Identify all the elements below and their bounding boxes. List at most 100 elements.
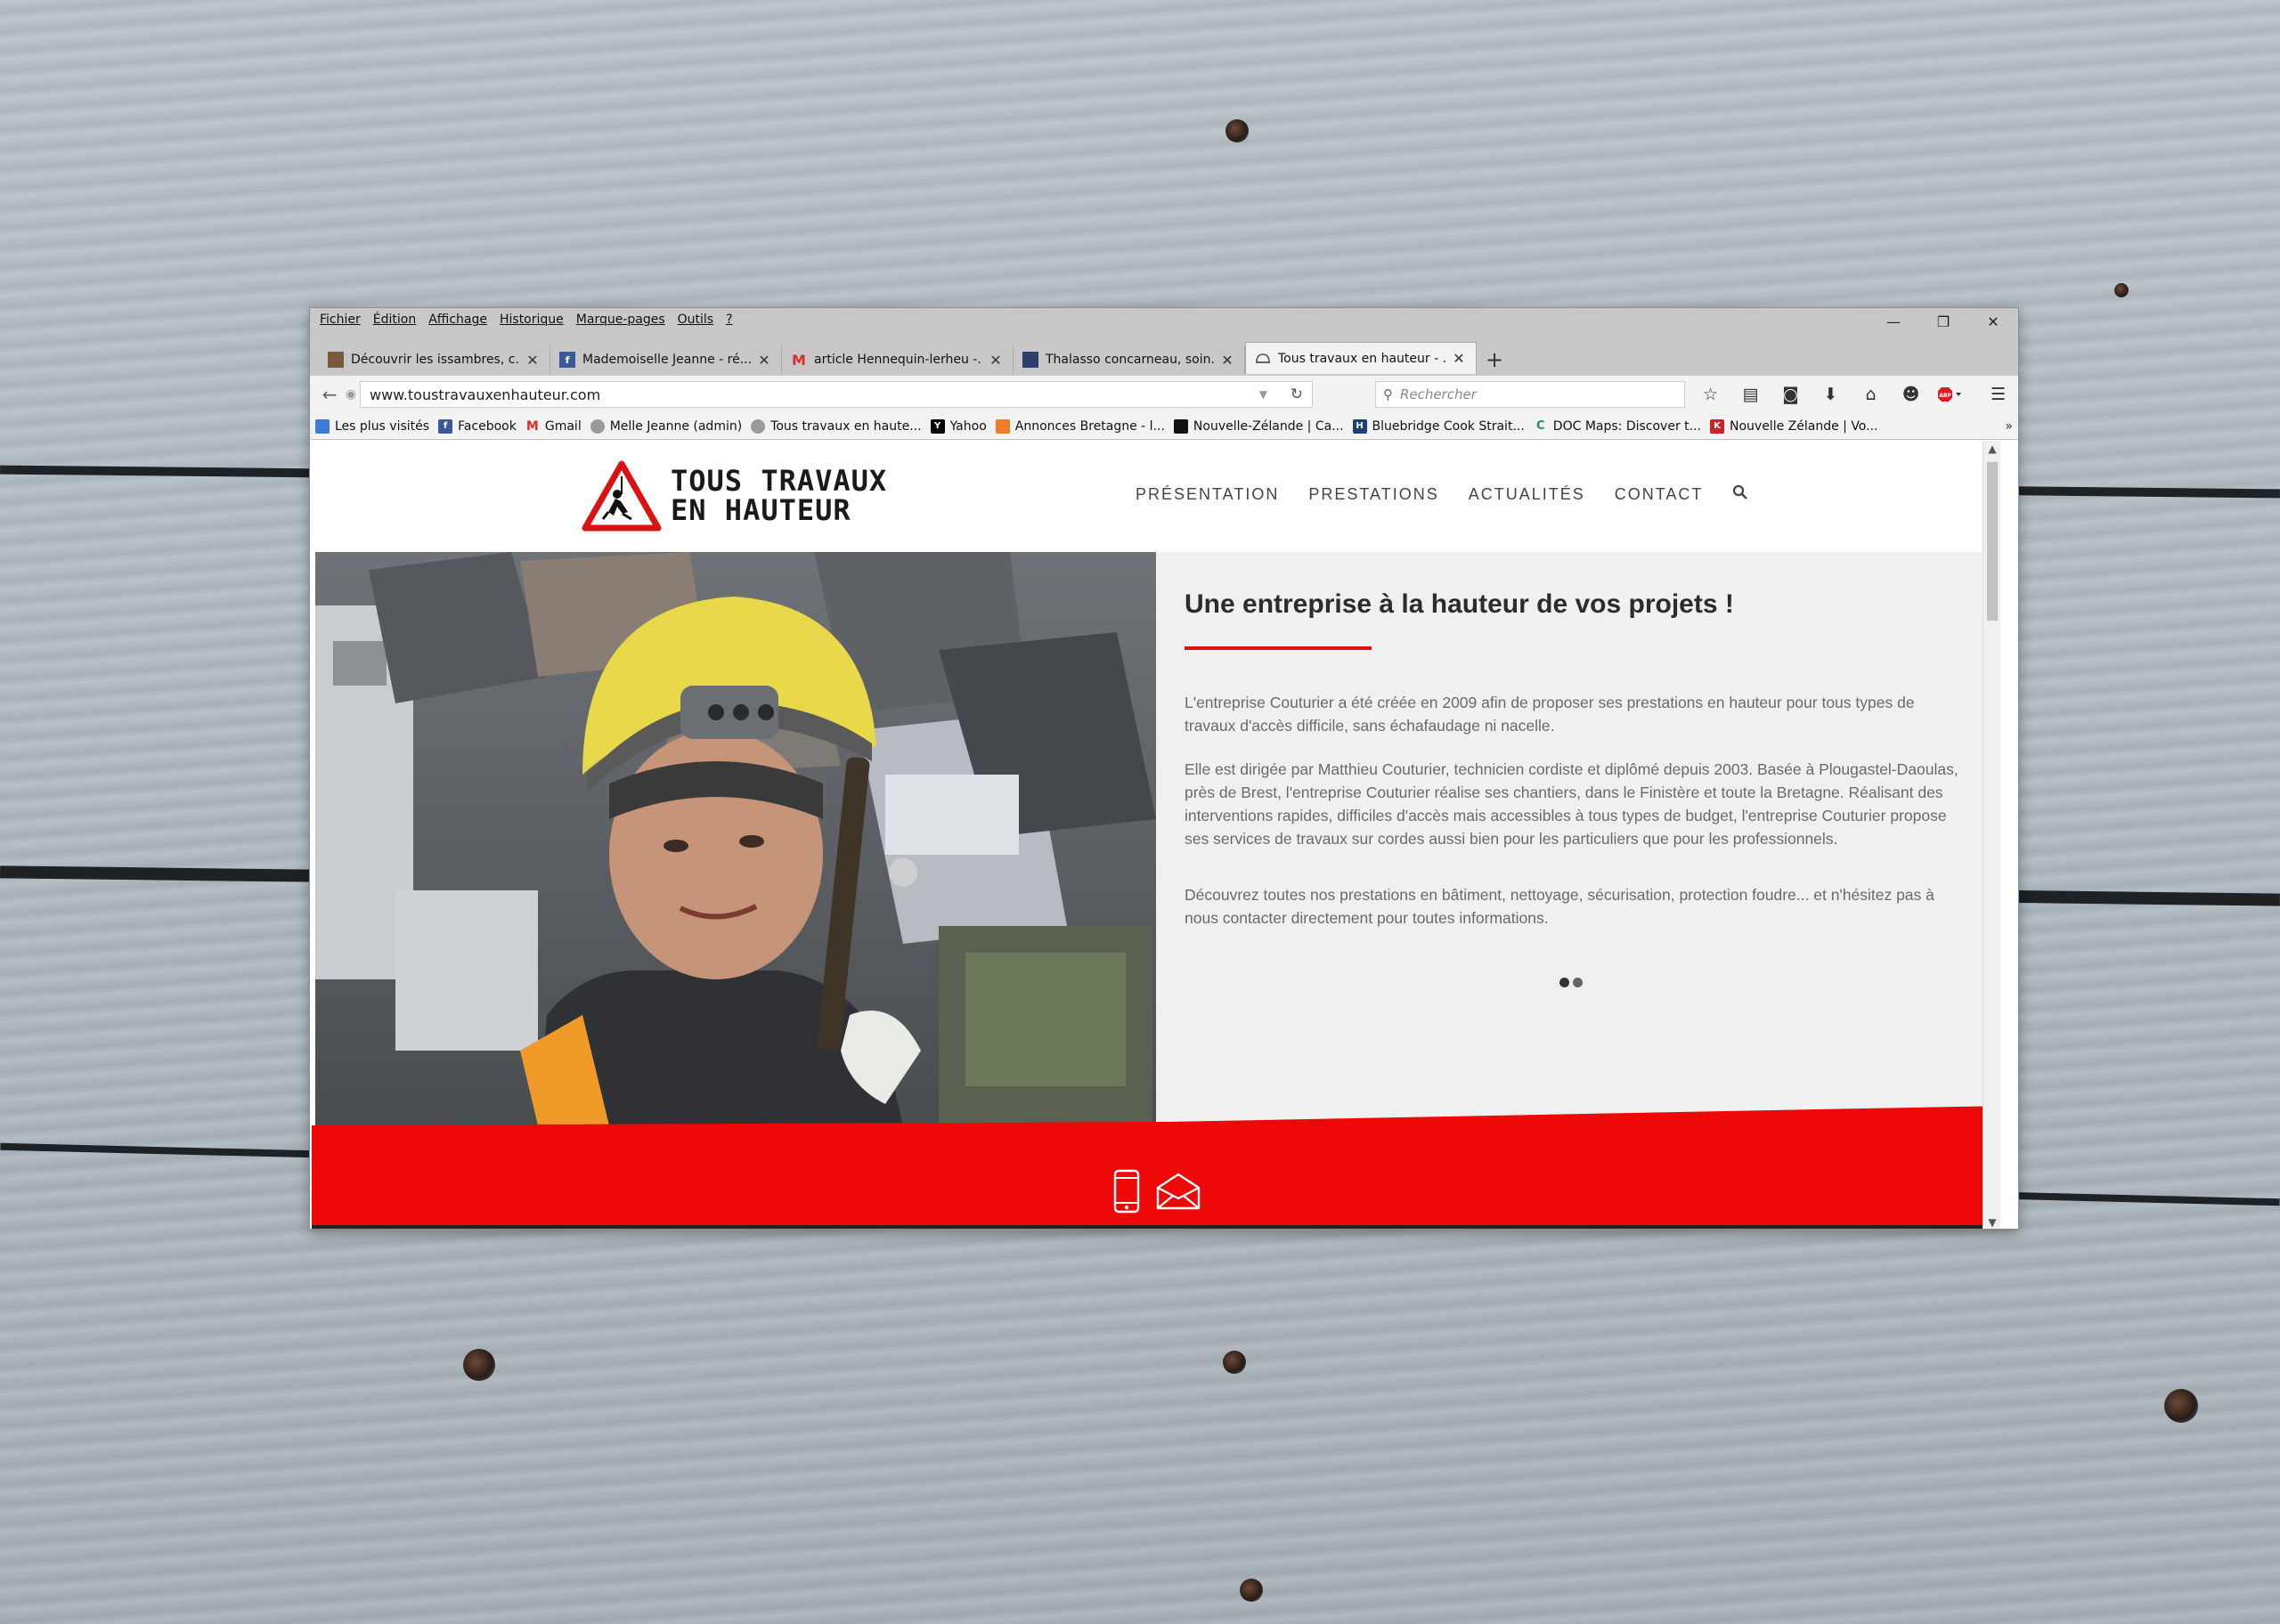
logo-text: TOUS TRAVAUX EN HAUTEUR xyxy=(671,467,887,525)
chevron-down-icon[interactable]: ▼ xyxy=(1259,388,1267,401)
slider-dot-active[interactable] xyxy=(1559,978,1569,987)
slider-dots xyxy=(1559,978,1586,987)
logo-line-2: EN HAUTEUR xyxy=(671,493,851,527)
menu-outils[interactable]: Outils xyxy=(672,313,720,327)
bookmark-label: Gmail xyxy=(544,418,582,434)
close-window-button[interactable]: ✕ xyxy=(1968,308,2018,335)
bookmark-label: Facebook xyxy=(458,418,517,434)
bookmark-annonces-bretagne[interactable]: Annonces Bretagne - l... xyxy=(995,418,1165,434)
title-bar: Fichier Édition Affichage Historique Mar… xyxy=(310,308,2018,376)
nail-head xyxy=(1240,1579,1263,1602)
nav-presentation[interactable]: PRÉSENTATION xyxy=(1136,485,1279,504)
reading-list-icon[interactable]: ▤ xyxy=(1730,381,1771,408)
facebook-icon: f xyxy=(559,352,575,368)
menu-fichier[interactable]: Fichier xyxy=(314,313,367,327)
scroll-up-icon[interactable]: ▲ xyxy=(1983,443,2000,455)
tab-decouvrir-issambres[interactable]: Découvrir les issambres, c... ✕ xyxy=(319,345,550,374)
hamburger-menu-icon[interactable]: ☰ xyxy=(1978,381,2018,408)
reload-icon[interactable]: ↻ xyxy=(1291,386,1303,403)
pocket-icon[interactable]: ◙ xyxy=(1771,381,1811,408)
toolbar-icons: ☆ ▤ ◙ ⬇ ⌂ ☻ ABP ☰ xyxy=(1690,381,2018,408)
tab-article-hennequin[interactable]: M article Hennequin-lerheu -... ✕ xyxy=(782,345,1014,374)
home-icon[interactable]: ⌂ xyxy=(1851,381,1891,408)
url-text[interactable]: www.toustravauxenhauteur.com xyxy=(370,386,600,403)
window-controls: — ❐ ✕ xyxy=(1869,308,2018,335)
bookmark-star-icon[interactable]: ☆ xyxy=(1690,381,1730,408)
nail-head xyxy=(1226,119,1249,142)
menu-affichage[interactable]: Affichage xyxy=(422,313,493,327)
bookmarks-overflow-button[interactable]: » xyxy=(2005,419,2013,434)
gmail-icon: M xyxy=(525,418,539,434)
hero-title: Une entreprise à la hauteur de vos proje… xyxy=(1185,589,1734,619)
close-tab-icon[interactable]: ✕ xyxy=(756,352,772,369)
page-scrollbar[interactable]: ▲ ▼ xyxy=(1983,441,2000,1229)
bookmark-doc-maps[interactable]: C DOC Maps: Discover t... xyxy=(1534,419,1701,434)
menu-edition[interactable]: Édition xyxy=(367,313,422,327)
gmail-icon: M xyxy=(792,351,806,369)
tab-title: Découvrir les issambres, c... xyxy=(351,353,519,367)
new-tab-button[interactable]: + xyxy=(1477,345,1512,374)
bookmark-tous-travaux[interactable]: Tous travaux en haute... xyxy=(751,418,922,434)
browser-window: Fichier Édition Affichage Historique Mar… xyxy=(309,307,2019,1230)
site-logo[interactable]: TOUS TRAVAUX EN HAUTEUR xyxy=(582,460,887,532)
close-tab-icon[interactable]: ✕ xyxy=(1451,350,1467,367)
tab-thalasso-concarneau[interactable]: Thalasso concarneau, soin... ✕ xyxy=(1014,345,1245,374)
scroll-thumb[interactable] xyxy=(1987,462,1998,621)
search-icon: ⚲ xyxy=(1383,386,1393,402)
slider-dot[interactable] xyxy=(1573,978,1583,987)
url-bar[interactable]: www.toustravauxenhauteur.com ▼ ↻ xyxy=(360,381,1313,408)
envelope-icon[interactable] xyxy=(1155,1172,1201,1211)
nav-contact[interactable]: CONTACT xyxy=(1615,485,1704,504)
intro-paragraph: L'entreprise Couturier a été créée en 20… xyxy=(1185,694,1915,735)
bookmark-label: Les plus visités xyxy=(335,418,430,434)
scroll-down-icon[interactable]: ▼ xyxy=(1983,1216,2000,1229)
nav-actualites[interactable]: ACTUALITÉS xyxy=(1469,485,1585,504)
nail-head xyxy=(2164,1389,2198,1423)
navigation-toolbar: ← ◉ www.toustravauxenhauteur.com ▼ ↻ ⚲ R… xyxy=(310,376,2018,413)
bookmark-nouvelle-zelande-vo[interactable]: K Nouvelle Zélande | Vo... xyxy=(1710,418,1878,434)
tab-tous-travaux-en-hauteur[interactable]: Tous travaux en hauteur - ... ✕ xyxy=(1245,342,1477,374)
close-tab-icon[interactable]: ✕ xyxy=(525,352,541,369)
page-icon xyxy=(1022,352,1038,368)
search-placeholder: Rechercher xyxy=(1400,386,1477,402)
bookmark-bluebridge[interactable]: H Bluebridge Cook Strait... xyxy=(1352,418,1525,434)
minimize-button[interactable]: — xyxy=(1869,308,1918,335)
bookmarks-toolbar: Les plus visités f Facebook M Gmail Melle … xyxy=(310,413,2018,440)
tab-mademoiselle-jeanne[interactable]: f Mademoiselle Jeanne - ré... ✕ xyxy=(550,345,782,374)
logo-line-1: TOUS TRAVAUX xyxy=(671,464,888,498)
close-tab-icon[interactable]: ✕ xyxy=(1219,352,1235,369)
globe-icon xyxy=(751,418,766,434)
restore-button[interactable]: ❐ xyxy=(1918,308,1968,335)
search-input[interactable]: ⚲ Rechercher xyxy=(1375,381,1685,408)
bookmark-label: Annonces Bretagne - l... xyxy=(1014,418,1165,434)
search-icon[interactable] xyxy=(1732,483,1748,505)
nav-prestations[interactable]: PRESTATIONS xyxy=(1308,485,1438,504)
menu-marque-pages[interactable]: Marque-pages xyxy=(570,313,672,327)
bookmark-gmail[interactable]: M Gmail xyxy=(525,419,582,434)
hero-slider: Une entreprise à la hauteur de vos proje… xyxy=(312,552,2000,1229)
adblock-icon[interactable]: ABP xyxy=(1931,381,1971,408)
nail-head xyxy=(1223,1351,1246,1374)
bookmark-nouvelle-zelande-ca[interactable]: Nouvelle-Zélande | Ca... xyxy=(1173,418,1344,434)
mostvisited-icon xyxy=(315,418,330,434)
download-icon[interactable]: ⬇ xyxy=(1811,381,1851,408)
bookmark-label: Tous travaux en haute... xyxy=(770,418,922,434)
warning-triangle-climber-icon xyxy=(582,460,662,532)
bookmark-les-plus-visites[interactable]: Les plus visités xyxy=(315,418,430,434)
bookmark-label: Nouvelle-Zélande | Ca... xyxy=(1193,418,1344,434)
bookmark-melle-jeanne[interactable]: Melle Jeanne (admin) xyxy=(590,418,742,434)
chat-icon[interactable]: ☻ xyxy=(1891,381,1931,408)
services-paragraph: Découvrez toutes nos prestations en bâti… xyxy=(1185,886,1934,927)
contact-icons xyxy=(1112,1169,1201,1214)
menu-bar: Fichier Édition Affichage Historique Mar… xyxy=(314,308,739,331)
bookmark-label: Nouvelle Zélande | Vo... xyxy=(1730,418,1878,434)
menu-historique[interactable]: Historique xyxy=(493,313,570,327)
close-tab-icon[interactable]: ✕ xyxy=(988,352,1004,369)
bookmark-yahoo[interactable]: Y Yahoo xyxy=(930,418,987,434)
menu-help[interactable]: ? xyxy=(720,313,738,327)
nail-head xyxy=(463,1349,495,1381)
bookmark-facebook[interactable]: f Facebook xyxy=(438,418,517,434)
site-header: TOUS TRAVAUX EN HAUTEUR PRÉSENTATION PRE… xyxy=(312,441,2000,552)
tab-title: Mademoiselle Jeanne - ré... xyxy=(582,353,751,367)
phone-icon[interactable] xyxy=(1112,1169,1141,1214)
